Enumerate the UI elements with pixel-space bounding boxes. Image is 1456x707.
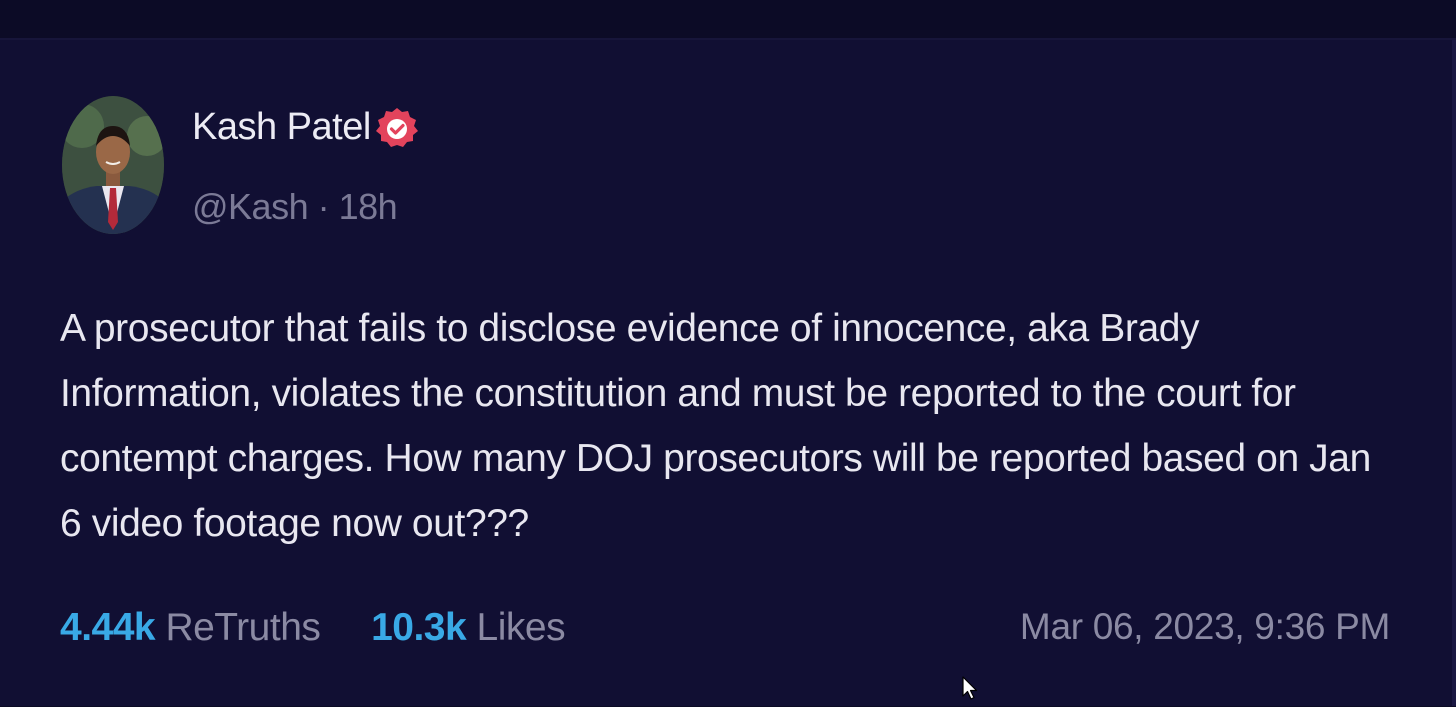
- top-bar: [0, 0, 1456, 40]
- author-handle-time[interactable]: @Kash · 18h: [192, 186, 398, 228]
- retruths-stat[interactable]: 4.44k ReTruths: [60, 606, 331, 649]
- post-timestamp[interactable]: Mar 06, 2023, 9:36 PM: [1020, 606, 1390, 648]
- post-card[interactable]: Kash Patel @Kash · 18h A prosecutor that…: [0, 40, 1456, 706]
- post-stats: 4.44k ReTruths 10.3k Likes: [60, 606, 566, 650]
- likes-stat[interactable]: 10.3k Likes: [371, 606, 565, 649]
- likes-label: Likes: [476, 606, 566, 649]
- verified-badge-icon: [374, 106, 420, 152]
- retruths-count: 4.44k: [60, 606, 156, 649]
- post-body-text: A prosecutor that fails to disclose evid…: [60, 307, 1371, 545]
- retruths-label: ReTruths: [165, 606, 321, 649]
- author-display-name[interactable]: Kash Patel: [192, 106, 371, 149]
- likes-count: 10.3k: [371, 606, 467, 649]
- mouse-pointer-icon: [962, 676, 978, 702]
- avatar[interactable]: [62, 96, 164, 234]
